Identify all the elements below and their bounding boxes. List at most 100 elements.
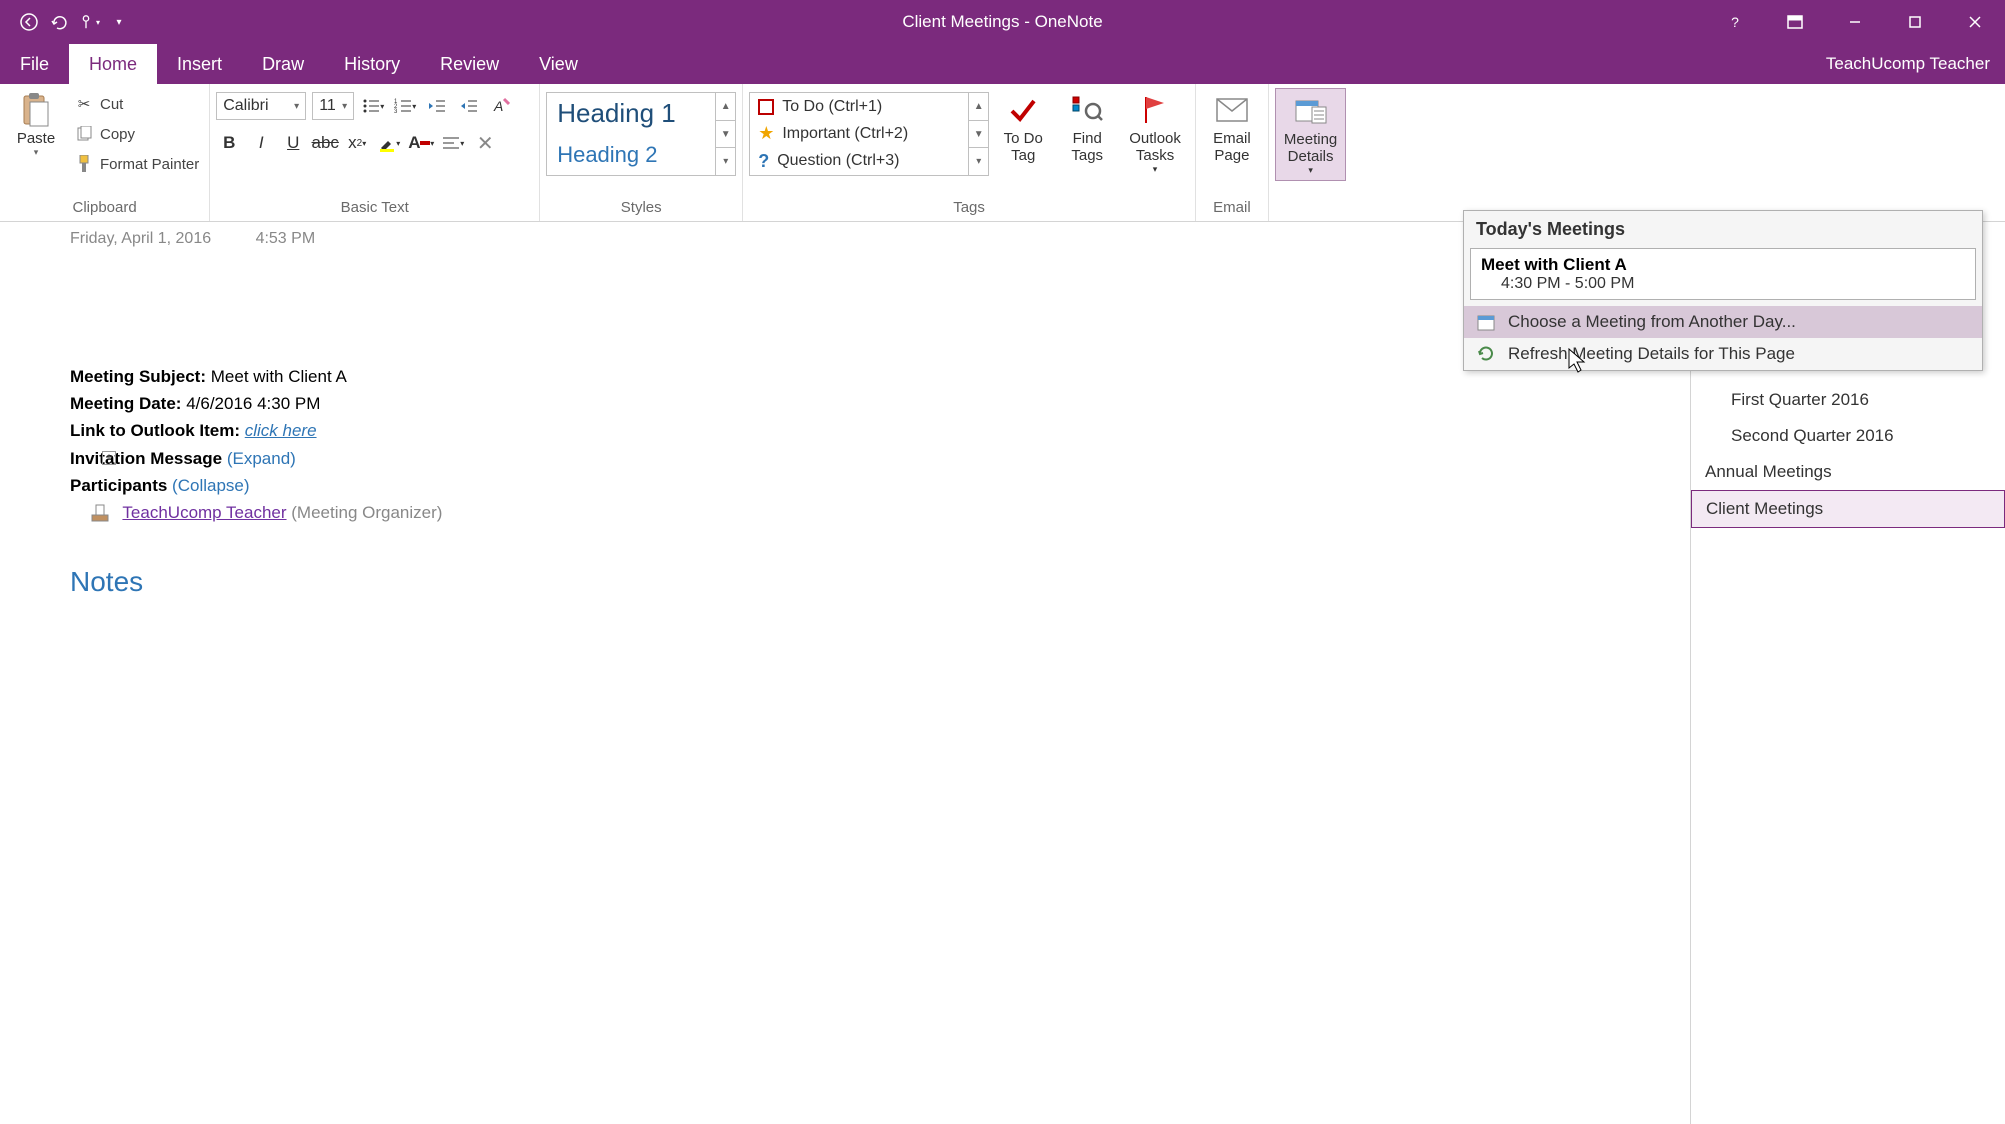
tags-gallery[interactable]: To Do (Ctrl+1) ★Important (Ctrl+2) ?Ques… [749, 92, 989, 176]
cut-button[interactable]: ✂Cut [70, 92, 203, 116]
dropdown-header: Today's Meetings [1464, 211, 1982, 248]
font-color-button[interactable]: A▾ [408, 130, 434, 156]
minimize-button[interactable] [1825, 0, 1885, 44]
flag-icon [1137, 92, 1173, 128]
scissors-icon: ✂ [74, 94, 94, 114]
tab-review[interactable]: Review [420, 44, 519, 84]
touch-mode-icon[interactable]: ▾ [78, 11, 100, 33]
dropdown-meeting-item[interactable]: Meet with Client A 4:30 PM - 5:00 PM [1470, 248, 1976, 300]
ribbon-group-clipboard: Paste ▾ ✂Cut Copy Format Painter Clipboa… [0, 84, 210, 221]
highlight-button[interactable]: ▾ [376, 130, 402, 156]
qat-customize-icon[interactable]: ▾ [108, 11, 130, 33]
page-date-time: Friday, April 1, 2016 4:53 PM [70, 230, 1690, 248]
participants-label: Participants [70, 476, 167, 495]
sidebar-item-client-meetings[interactable]: Client Meetings [1691, 490, 2005, 528]
copy-button[interactable]: Copy [70, 122, 203, 146]
dropdown-meeting-title: Meet with Client A [1481, 255, 1965, 275]
dropdown-choose-another-day[interactable]: Choose a Meeting from Another Day... [1464, 306, 1982, 338]
envelope-icon [1214, 92, 1250, 128]
clear-formatting-button[interactable]: A [488, 93, 514, 119]
italic-button[interactable]: I [248, 130, 274, 156]
format-painter-button[interactable]: Format Painter [70, 152, 203, 176]
sidebar-item-annual-meetings[interactable]: Annual Meetings [1691, 454, 2005, 490]
outdent-button[interactable] [424, 93, 450, 119]
meeting-details-dropdown: Today's Meetings Meet with Client A 4:30… [1463, 210, 1983, 371]
styles-group-label: Styles [546, 196, 736, 219]
style-heading1[interactable]: Heading 1 [547, 93, 735, 134]
link-label: Link to Outlook Item: [70, 421, 240, 440]
email-page-button[interactable]: Email Page [1202, 88, 1262, 168]
invitation-label: Invitation Message [70, 449, 222, 468]
help-button[interactable]: ? [1705, 0, 1765, 44]
find-tags-button[interactable]: Find Tags [1057, 88, 1117, 168]
tags-scroll-down[interactable]: ▼ [969, 121, 988, 149]
ribbon: Paste ▾ ✂Cut Copy Format Painter Clipboa… [0, 84, 2005, 222]
copy-icon [74, 124, 94, 144]
tags-more[interactable]: ▾ [969, 148, 988, 175]
outlook-tasks-button[interactable]: Outlook Tasks▾ [1121, 88, 1189, 179]
expand-link[interactable]: (Expand) [227, 449, 296, 468]
ribbon-group-styles: Heading 1 Heading 2 ▲ ▼ ▾ Styles [540, 84, 743, 221]
styles-more[interactable]: ▾ [716, 148, 735, 175]
close-button[interactable] [1945, 0, 2005, 44]
svg-text:3: 3 [394, 109, 398, 114]
tab-history[interactable]: History [324, 44, 420, 84]
back-icon[interactable] [18, 11, 40, 33]
undo-icon[interactable] [48, 11, 70, 33]
expand-toggle-icon[interactable]: + [102, 451, 116, 465]
underline-button[interactable]: U [280, 130, 306, 156]
paste-label: Paste [17, 130, 55, 147]
clipboard-group-label: Clipboard [6, 196, 203, 219]
subject-value: Meet with Client A [211, 367, 347, 386]
meeting-details-button[interactable]: Meeting Details▾ [1275, 88, 1346, 181]
tag-todo[interactable]: To Do (Ctrl+1) [750, 93, 988, 120]
question-icon: ? [758, 151, 769, 172]
dropdown-refresh[interactable]: Refresh Meeting Details for This Page [1464, 338, 1982, 370]
titlebar: ▾ ▾ Client Meetings - OneNote ? [0, 0, 2005, 44]
font-combo[interactable]: Calibri▾ [216, 92, 306, 120]
align-button[interactable]: ▾ [440, 130, 466, 156]
participant-name-link[interactable]: TeachUcomp Teacher [122, 503, 286, 522]
tag-important[interactable]: ★Important (Ctrl+2) [750, 120, 988, 147]
outlook-link[interactable]: click here [245, 421, 317, 440]
sidebar-item-second-quarter[interactable]: Second Quarter 2016 [1691, 418, 2005, 454]
meeting-date-label: Meeting Date: [70, 394, 181, 413]
basic-text-group-label: Basic Text [216, 196, 533, 219]
tab-insert[interactable]: Insert [157, 44, 242, 84]
tags-scroll-up[interactable]: ▲ [969, 93, 988, 121]
ribbon-display-icon[interactable] [1765, 0, 1825, 44]
delete-button[interactable]: ✕ [472, 130, 498, 156]
menubar: File Home Insert Draw History Review Vie… [0, 44, 2005, 84]
refresh-icon [1476, 344, 1496, 364]
subject-label: Meeting Subject: [70, 367, 206, 386]
numbering-button[interactable]: 123▾ [392, 93, 418, 119]
tag-question[interactable]: ?Question (Ctrl+3) [750, 148, 988, 175]
styles-scroll-down[interactable]: ▼ [716, 121, 735, 149]
styles-scroll-up[interactable]: ▲ [716, 93, 735, 121]
bullets-button[interactable]: ▾ [360, 93, 386, 119]
bold-button[interactable]: B [216, 130, 242, 156]
tab-view[interactable]: View [519, 44, 598, 84]
participant-role: (Meeting Organizer) [291, 503, 442, 522]
tags-group-label: Tags [749, 196, 1189, 219]
styles-gallery[interactable]: Heading 1 Heading 2 ▲ ▼ ▾ [546, 92, 736, 176]
tab-file[interactable]: File [0, 44, 69, 84]
tab-home[interactable]: Home [69, 44, 157, 84]
strikethrough-button[interactable]: abc [312, 130, 338, 156]
subscript-button[interactable]: x2▾ [344, 130, 370, 156]
sidebar-item-first-quarter[interactable]: First Quarter 2016 [1691, 382, 2005, 418]
todo-tag-button[interactable]: To Do Tag [993, 88, 1053, 168]
user-name[interactable]: TeachUcomp Teacher [1826, 54, 1990, 74]
page-canvas[interactable]: Friday, April 1, 2016 4:53 PM Meeting Su… [0, 222, 1690, 1124]
style-heading2[interactable]: Heading 2 [547, 134, 735, 175]
paste-icon [18, 92, 54, 128]
collapse-link[interactable]: (Collapse) [172, 476, 249, 495]
maximize-button[interactable] [1885, 0, 1945, 44]
search-tags-icon [1069, 92, 1105, 128]
font-size-combo[interactable]: 11▾ [312, 92, 354, 120]
checkbox-icon [758, 99, 774, 115]
indent-button[interactable] [456, 93, 482, 119]
paste-button[interactable]: Paste ▾ [6, 88, 66, 162]
dropdown-meeting-time: 4:30 PM - 5:00 PM [1481, 275, 1965, 293]
tab-draw[interactable]: Draw [242, 44, 324, 84]
